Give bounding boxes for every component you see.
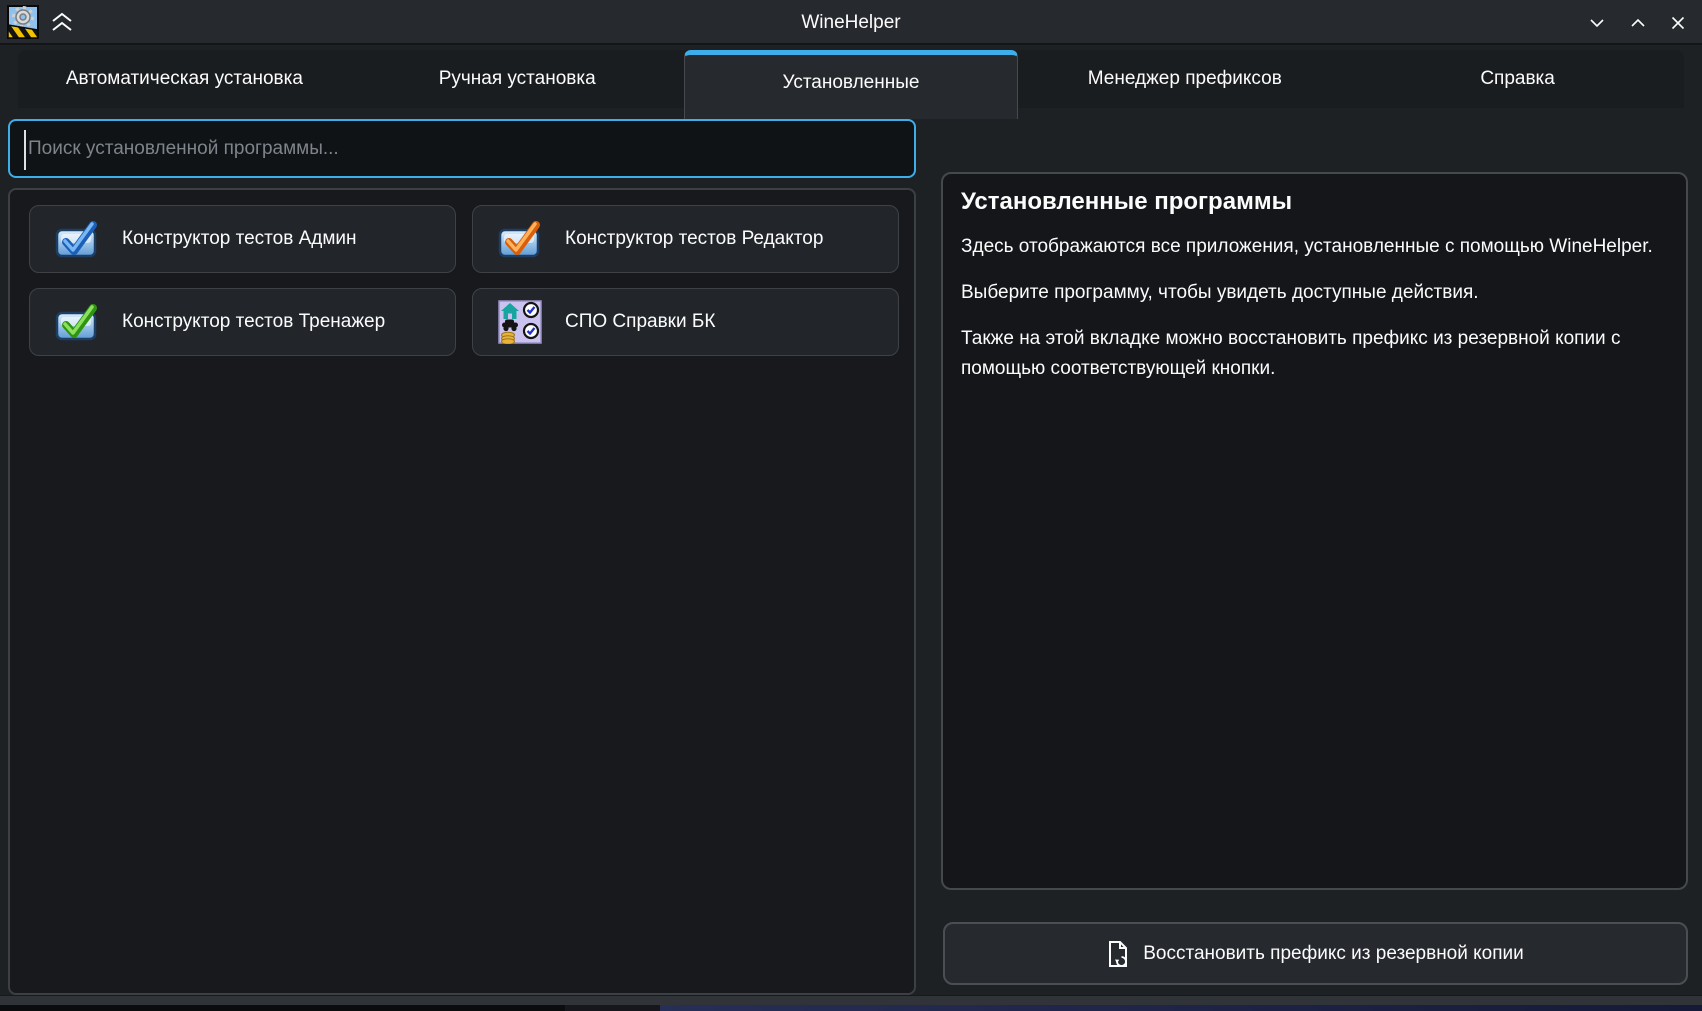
maximize-chevron-icon[interactable] bbox=[1628, 13, 1648, 33]
program-card-konstruktor-trenazher[interactable]: Конструктор тестов Тренажер bbox=[29, 288, 456, 356]
checkbox-blue-check-icon bbox=[55, 217, 99, 261]
tab-prefix-manager[interactable]: Менеджер префиксов bbox=[1018, 50, 1351, 108]
taskbar-segment bbox=[565, 1005, 660, 1011]
tab-installed[interactable]: Установленные bbox=[684, 50, 1019, 119]
program-card-spo-spravki-bk[interactable]: СПО Справки БК bbox=[472, 288, 899, 356]
program-name: Конструктор тестов Редактор bbox=[565, 228, 823, 250]
info-paragraph: Выберите программу, чтобы увидеть доступ… bbox=[961, 278, 1668, 308]
taskbar-segment bbox=[0, 1005, 565, 1011]
restore-button-label: Восстановить префикс из резервной копии bbox=[1143, 943, 1524, 965]
tab-automatic-install[interactable]: Автоматическая установка bbox=[18, 50, 351, 108]
checkbox-orange-check-icon bbox=[498, 217, 542, 261]
window-bottom-edge bbox=[0, 995, 1702, 1005]
window-title: WineHelper bbox=[0, 0, 1702, 45]
restore-prefix-button[interactable]: Восстановить префикс из резервной копии bbox=[943, 922, 1688, 985]
taskbar-sliver bbox=[0, 1005, 1702, 1011]
close-icon[interactable] bbox=[1668, 13, 1688, 33]
titlebar: WineHelper bbox=[0, 0, 1702, 45]
info-heading: Установленные программы bbox=[961, 186, 1668, 218]
program-card-konstruktor-admin[interactable]: Конструктор тестов Админ bbox=[29, 205, 456, 273]
tab-help[interactable]: Справка bbox=[1351, 50, 1684, 108]
checkbox-green-check-icon bbox=[55, 300, 99, 344]
program-name: Конструктор тестов Тренажер bbox=[122, 311, 385, 333]
minimize-chevron-icon[interactable] bbox=[1587, 13, 1607, 33]
search-input[interactable] bbox=[10, 121, 914, 176]
tab-bar: Автоматическая установка Ручная установк… bbox=[18, 50, 1684, 108]
program-card-konstruktor-redaktor[interactable]: Конструктор тестов Редактор bbox=[472, 205, 899, 273]
text-caret bbox=[24, 130, 26, 170]
info-paragraph: Также на этой вкладке можно восстановить… bbox=[961, 324, 1668, 384]
program-name: Конструктор тестов Админ bbox=[122, 228, 357, 250]
tab-manual-install[interactable]: Ручная установка bbox=[351, 50, 684, 108]
info-paragraph: Здесь отображаются все приложения, устан… bbox=[961, 232, 1668, 262]
installed-programs-list: Конструктор тестов Админ Конструктор тес… bbox=[8, 188, 916, 995]
spo-spravki-bk-icon bbox=[498, 300, 542, 344]
taskbar-segment bbox=[660, 1005, 1702, 1011]
search-box bbox=[8, 119, 916, 178]
restore-document-icon bbox=[1107, 940, 1129, 968]
installed-info-panel: Установленные программы Здесь отображают… bbox=[941, 172, 1688, 890]
program-name: СПО Справки БК bbox=[565, 311, 715, 333]
